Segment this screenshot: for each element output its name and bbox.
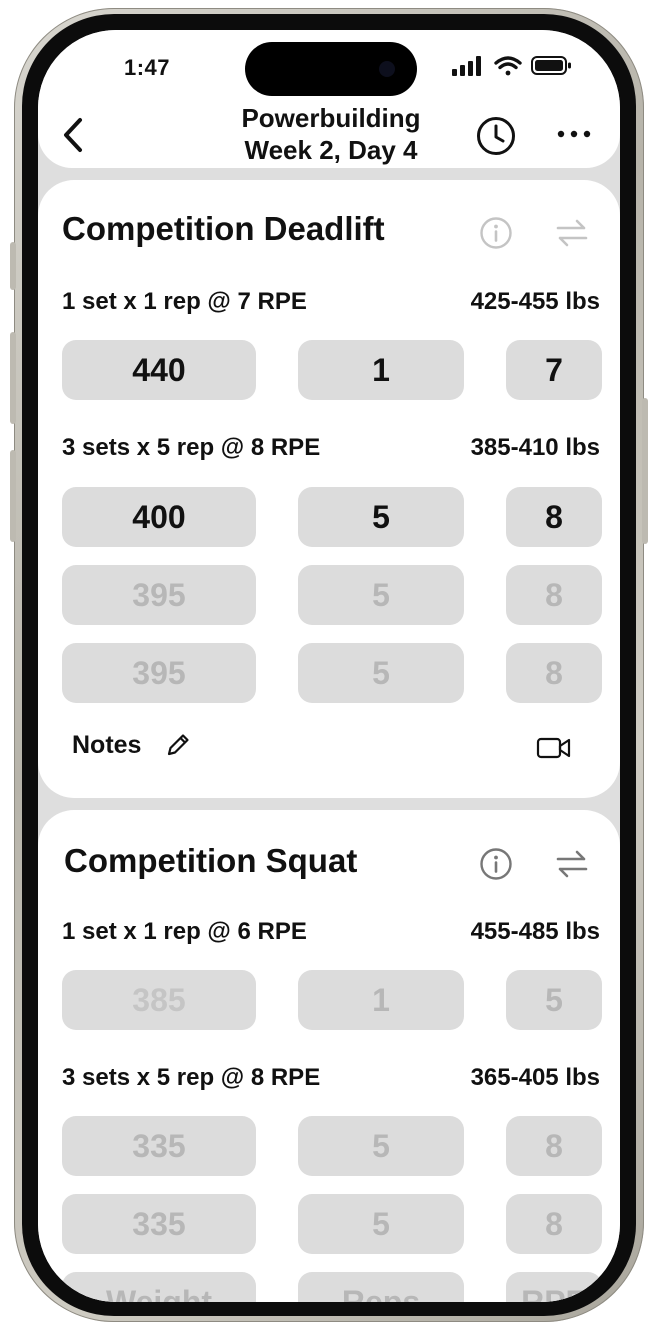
page-title: Powerbuilding Week 2, Day 4 bbox=[188, 102, 474, 166]
weight-range: 425-455 lbs bbox=[470, 288, 600, 315]
wifi-icon bbox=[494, 56, 522, 76]
swap-icon[interactable] bbox=[554, 215, 590, 251]
weight-range: 365-405 lbs bbox=[470, 1064, 600, 1091]
set-scheme-label: 1 set x 1 rep @ 6 RPE bbox=[62, 918, 307, 945]
notes-label[interactable]: Notes bbox=[72, 731, 141, 760]
weight-range: 455-485 lbs bbox=[470, 918, 600, 945]
weight-input[interactable]: 395 bbox=[62, 565, 256, 625]
rpe-input[interactable]: 8 bbox=[506, 487, 602, 547]
info-icon[interactable] bbox=[478, 215, 514, 251]
reps-input[interactable]: 5 bbox=[298, 643, 464, 703]
status-bar: 1:47 bbox=[38, 30, 620, 108]
weight-input[interactable]: 335 bbox=[62, 1116, 256, 1176]
reps-input[interactable]: 1 bbox=[298, 970, 464, 1030]
screen: 1:47 Powerbuilding Week 2, Day 4 Competi… bbox=[38, 30, 620, 1302]
weight-input[interactable]: 335 bbox=[62, 1194, 256, 1254]
action-button bbox=[10, 242, 16, 290]
rpe-input[interactable]: 7 bbox=[506, 340, 602, 400]
page-title-line1: Powerbuilding bbox=[241, 103, 421, 133]
exercise-title: Competition Squat bbox=[64, 842, 358, 879]
volume-up-button bbox=[10, 332, 16, 424]
reps-input[interactable]: Reps bbox=[298, 1272, 464, 1302]
rpe-input[interactable]: 8 bbox=[506, 1116, 602, 1176]
rpe-input[interactable]: 5 bbox=[506, 970, 602, 1030]
weight-input[interactable]: Weight bbox=[62, 1272, 256, 1302]
reps-input[interactable]: 1 bbox=[298, 340, 464, 400]
weight-input[interactable]: 395 bbox=[62, 643, 256, 703]
rpe-input[interactable]: 8 bbox=[506, 1194, 602, 1254]
cellular-signal-icon bbox=[452, 56, 481, 76]
exercise-card-deadlift: Competition Deadlift 1 set x 1 rep @ 7 R… bbox=[38, 180, 620, 798]
set-scheme-label: 3 sets x 5 rep @ 8 RPE bbox=[62, 434, 321, 461]
weight-input[interactable]: 400 bbox=[62, 487, 256, 547]
rpe-input[interactable]: 8 bbox=[506, 565, 602, 625]
weight-range: 385-410 lbs bbox=[470, 434, 600, 461]
more-icon[interactable] bbox=[554, 124, 594, 144]
info-icon[interactable] bbox=[478, 846, 514, 882]
clock-icon[interactable] bbox=[474, 114, 518, 158]
rpe-input[interactable]: 8 bbox=[506, 643, 602, 703]
volume-down-button bbox=[10, 450, 16, 542]
chevron-left-icon[interactable] bbox=[56, 114, 92, 156]
dynamic-island bbox=[245, 42, 417, 96]
exercise-card-squat: Competition Squat 1 set x 1 rep @ 6 RPE … bbox=[38, 810, 620, 1302]
battery-icon bbox=[531, 56, 571, 75]
page-title-line2: Week 2, Day 4 bbox=[244, 135, 418, 165]
power-button bbox=[642, 398, 648, 544]
pencil-icon[interactable] bbox=[164, 731, 192, 759]
set-scheme-label: 1 set x 1 rep @ 7 RPE bbox=[62, 288, 307, 315]
reps-input[interactable]: 5 bbox=[298, 1116, 464, 1176]
camera-icon bbox=[379, 61, 395, 77]
weight-input[interactable]: 385 bbox=[62, 970, 256, 1030]
weight-input[interactable]: 440 bbox=[62, 340, 256, 400]
status-icons bbox=[452, 54, 592, 78]
rpe-input[interactable]: RPE bbox=[506, 1272, 602, 1302]
reps-input[interactable]: 5 bbox=[298, 487, 464, 547]
swap-icon[interactable] bbox=[554, 846, 590, 882]
set-scheme-label: 3 sets x 5 rep @ 8 RPE bbox=[62, 1064, 321, 1091]
exercise-title: Competition Deadlift bbox=[62, 210, 385, 247]
reps-input[interactable]: 5 bbox=[298, 1194, 464, 1254]
reps-input[interactable]: 5 bbox=[298, 565, 464, 625]
status-time: 1:47 bbox=[124, 55, 171, 80]
nav-bar: Powerbuilding Week 2, Day 4 bbox=[38, 103, 620, 168]
video-camera-icon[interactable] bbox=[536, 734, 572, 762]
